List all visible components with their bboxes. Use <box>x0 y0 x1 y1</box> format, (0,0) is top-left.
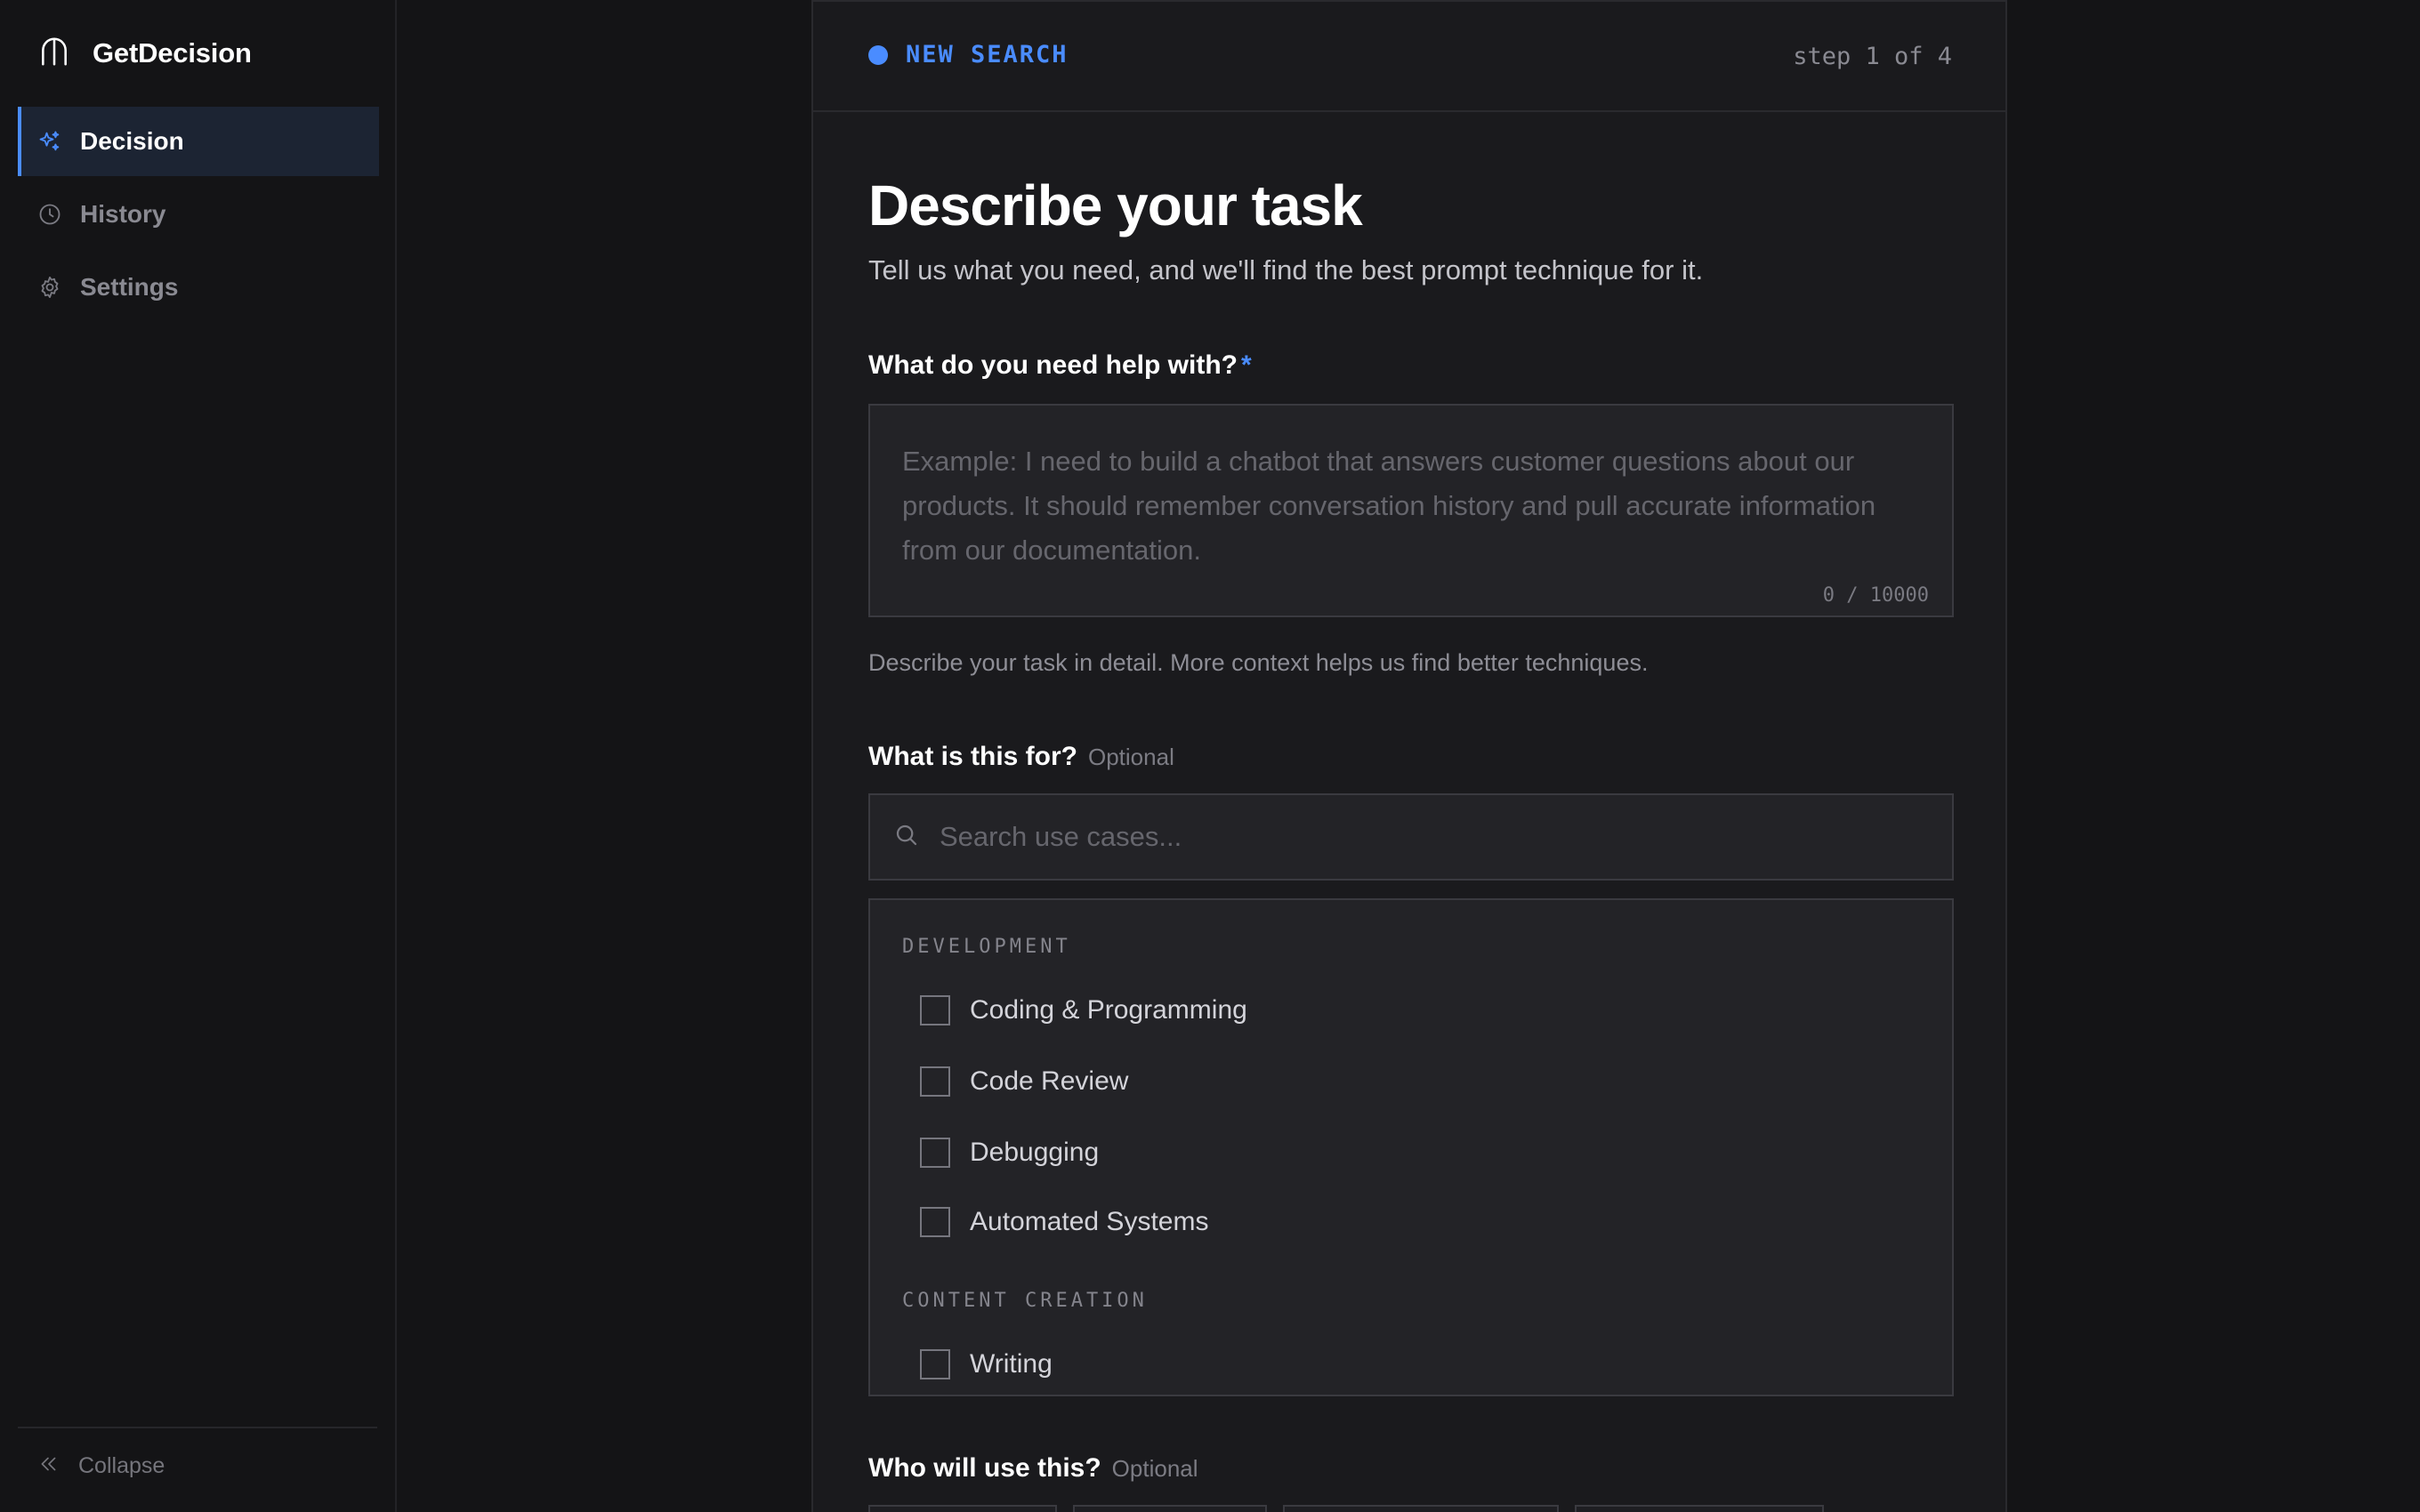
sparkles-icon <box>37 129 62 154</box>
page-title: Describe your task <box>868 173 1363 237</box>
audience-label-text: Who will use this? <box>868 1453 1101 1483</box>
search-icon <box>893 822 920 853</box>
sidebar-item-label: Decision <box>80 127 184 155</box>
audience-chip[interactable] <box>1575 1505 1824 1512</box>
use-case-label-text: What is this for? <box>868 742 1077 771</box>
optional-tag: Optional <box>1088 744 1174 770</box>
sidebar-footer: Collapse <box>18 1427 377 1478</box>
checkbox[interactable] <box>920 1207 950 1237</box>
header-status: NEW SEARCH <box>868 41 1069 68</box>
checkbox[interactable] <box>920 1138 950 1168</box>
audience-options <box>868 1505 1824 1512</box>
required-mark: * <box>1240 350 1252 380</box>
task-textarea-placeholder: Example: I need to build a chatbot that … <box>902 446 1876 566</box>
option-label: Debugging <box>970 1138 1100 1167</box>
checkbox[interactable] <box>920 1066 950 1097</box>
option-automated-systems[interactable]: Automated Systems <box>920 1204 1208 1240</box>
status-dot-icon <box>868 44 888 65</box>
header-label: NEW SEARCH <box>906 41 1069 68</box>
app-name: GetDecision <box>93 37 252 68</box>
collapse-label: Collapse <box>78 1452 165 1478</box>
checkbox[interactable] <box>920 1349 950 1379</box>
use-case-search-input[interactable]: Search use cases... <box>868 793 1954 881</box>
collapse-button[interactable]: Collapse <box>37 1448 165 1484</box>
sidebar-item-label: History <box>80 200 166 228</box>
use-case-list[interactable]: DEVELOPMENT Coding & Programming Code Re… <box>868 898 1954 1396</box>
step-indicator: step 1 of 4 <box>1793 43 1952 70</box>
optional-tag: Optional <box>1111 1455 1198 1482</box>
option-debugging[interactable]: Debugging <box>920 1135 1099 1170</box>
logo-icon <box>37 35 71 73</box>
use-case-field-label: What is this for? Optional <box>868 742 1174 772</box>
brand[interactable]: GetDecision <box>37 34 252 73</box>
option-code-review[interactable]: Code Review <box>920 1064 1128 1099</box>
audience-field-label: Who will use this? Optional <box>868 1453 1198 1484</box>
character-counter: 0 / 10000 <box>1822 584 1929 607</box>
chevrons-left-icon <box>37 1452 60 1480</box>
search-placeholder: Search use cases... <box>940 821 1182 852</box>
sidebar-item-decision[interactable]: Decision <box>18 107 379 176</box>
audience-chip[interactable] <box>1283 1505 1559 1512</box>
sidebar: GetDecision Decision History Settings Co… <box>0 0 397 1512</box>
group-label-content-creation: CONTENT CREATION <box>902 1290 1148 1312</box>
sidebar-item-history[interactable]: History <box>18 180 379 249</box>
checkbox[interactable] <box>920 995 950 1025</box>
task-textarea[interactable]: Example: I need to build a chatbot that … <box>868 404 1954 617</box>
task-field-label: What do you need help with? * <box>868 350 1252 381</box>
sidebar-item-label: Settings <box>80 273 179 301</box>
search-card: NEW SEARCH step 1 of 4 Describe your tas… <box>811 0 2007 1512</box>
audience-chip[interactable] <box>1073 1505 1267 1512</box>
clock-icon <box>37 202 62 227</box>
group-label-development: DEVELOPMENT <box>902 936 1071 958</box>
option-label: Automated Systems <box>970 1207 1209 1236</box>
audience-chip[interactable] <box>868 1505 1057 1512</box>
sidebar-nav: Decision History Settings <box>18 107 379 326</box>
page-subtitle: Tell us what you need, and we'll find th… <box>868 254 1704 286</box>
gear-icon <box>37 275 62 300</box>
option-coding-programming[interactable]: Coding & Programming <box>920 993 1247 1028</box>
option-label: Writing <box>970 1349 1053 1379</box>
sidebar-item-settings[interactable]: Settings <box>18 253 379 322</box>
task-field-label-text: What do you need help with? <box>868 350 1238 380</box>
card-header: NEW SEARCH step 1 of 4 <box>813 2 2005 112</box>
option-label: Code Review <box>970 1066 1129 1096</box>
task-help-text: Describe your task in detail. More conte… <box>868 649 1649 676</box>
option-label: Coding & Programming <box>970 995 1247 1025</box>
option-writing[interactable]: Writing <box>920 1347 1053 1382</box>
